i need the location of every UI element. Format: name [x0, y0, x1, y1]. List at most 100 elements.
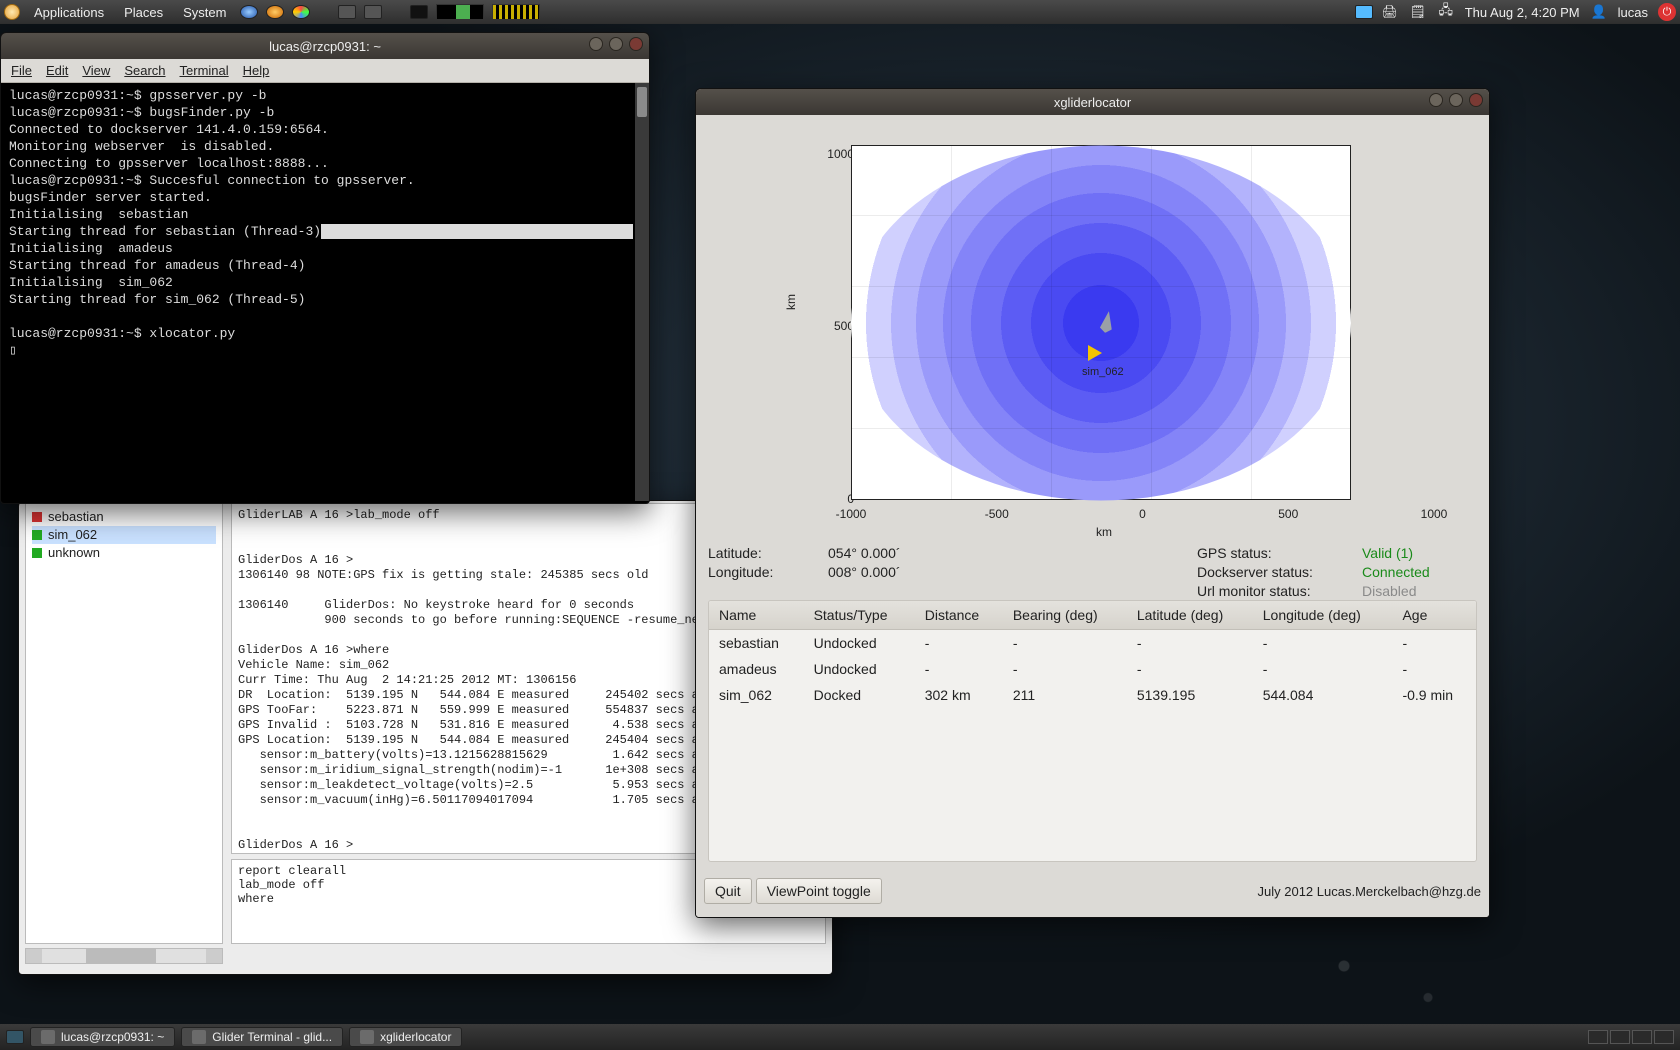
- workspace-3[interactable]: [1632, 1030, 1652, 1044]
- lon-label: Longitude:: [708, 564, 818, 580]
- launcher-icon[interactable]: [292, 3, 310, 21]
- system-menu[interactable]: System: [177, 5, 232, 20]
- xloc-titlebar[interactable]: xgliderlocator: [696, 89, 1489, 115]
- user-name[interactable]: lucas: [1618, 5, 1648, 20]
- status-dot-icon: [32, 530, 42, 540]
- lat-label: Latitude:: [708, 545, 818, 561]
- terminal-output[interactable]: lucas@rzcp0931:~$ gpsserver.py -blucas@r…: [3, 83, 647, 501]
- glider-tree[interactable]: sebastian sim_062 unknown: [25, 503, 223, 944]
- show-desktop-icon[interactable]: [6, 1028, 24, 1046]
- power-icon[interactable]: ⏻: [1658, 3, 1676, 21]
- places-menu[interactable]: Places: [118, 5, 169, 20]
- cell: -: [1003, 630, 1127, 657]
- radar-plot[interactable]: sim_062: [851, 145, 1351, 500]
- tree-item-unknown[interactable]: unknown: [32, 544, 216, 562]
- net-monitor-icon[interactable]: [492, 4, 540, 20]
- tree-label: unknown: [48, 544, 100, 562]
- menu-view[interactable]: View: [82, 63, 110, 78]
- xgliderlocator-window[interactable]: xgliderlocator 1000 500 0 -500 -1000 km …: [695, 88, 1490, 918]
- status-dot-icon: [32, 548, 42, 558]
- status-info: Latitude: 054° 0.000´ Longitude: 008° 0.…: [708, 545, 1477, 593]
- window-list-icon[interactable]: [338, 3, 356, 21]
- terminal-titlebar[interactable]: lucas@rzcp0931: ~: [1, 33, 649, 59]
- col-age[interactable]: Age: [1392, 601, 1476, 630]
- task-xgliderlocator[interactable]: xgliderlocator: [349, 1027, 462, 1047]
- xloc-content: 1000 500 0 -500 -1000 km sim_062 -1000 -…: [696, 115, 1489, 917]
- cell: -: [1253, 656, 1393, 682]
- terminal-window[interactable]: lucas@rzcp0931: ~ File Edit View Search …: [0, 32, 650, 504]
- cell: Undocked: [804, 656, 915, 682]
- table-row[interactable]: amadeusUndocked-----: [709, 656, 1476, 682]
- launcher-icon[interactable]: [240, 3, 258, 21]
- gps-status-label: GPS status:: [1197, 545, 1352, 561]
- status-dot-icon: [32, 512, 42, 522]
- cell: 544.084: [1253, 682, 1393, 708]
- network-icon[interactable]: 🖧: [1437, 3, 1455, 21]
- x-tick: 1000: [1421, 507, 1448, 521]
- applications-menu[interactable]: Applications: [28, 5, 110, 20]
- app-icon: [360, 1030, 374, 1044]
- cell: -: [1392, 656, 1476, 682]
- col-lat[interactable]: Latitude (deg): [1127, 601, 1253, 630]
- maximize-icon[interactable]: [609, 37, 623, 51]
- task-label: lucas@rzcp0931: ~: [61, 1030, 164, 1044]
- col-name[interactable]: Name: [709, 601, 804, 630]
- glider-table[interactable]: Name Status/Type Distance Bearing (deg) …: [708, 600, 1477, 862]
- col-lon[interactable]: Longitude (deg): [1253, 601, 1393, 630]
- menu-edit[interactable]: Edit: [46, 63, 68, 78]
- close-icon[interactable]: [1469, 93, 1483, 107]
- col-distance[interactable]: Distance: [915, 601, 1003, 630]
- workspace-4[interactable]: [1654, 1030, 1674, 1044]
- gnome-bottom-panel: lucas@rzcp0931: ~ Glider Terminal - glid…: [0, 1024, 1680, 1050]
- task-terminal[interactable]: lucas@rzcp0931: ~: [30, 1027, 175, 1047]
- scroll-left-icon[interactable]: [26, 949, 42, 963]
- tree-item-sim062[interactable]: sim_062: [32, 526, 216, 544]
- lon-value: 008° 0.000´: [828, 564, 901, 580]
- x-axis-label: km: [1096, 525, 1112, 539]
- gnome-menu-icon[interactable]: [4, 4, 20, 20]
- menu-file[interactable]: File: [11, 63, 32, 78]
- x-tick: 0: [1139, 507, 1146, 521]
- terminal-launcher-icon[interactable]: [410, 3, 428, 21]
- maximize-icon[interactable]: [1449, 93, 1463, 107]
- cell: -: [1253, 630, 1393, 657]
- quit-button[interactable]: Quit: [704, 878, 752, 904]
- cell: -: [1003, 656, 1127, 682]
- tree-label: sebastian: [48, 508, 104, 526]
- launcher-icon[interactable]: [266, 3, 284, 21]
- clock[interactable]: Thu Aug 2, 4:20 PM: [1465, 5, 1580, 20]
- update-notifier-icon[interactable]: [1355, 3, 1373, 21]
- tree-scrollbar[interactable]: [25, 948, 223, 964]
- close-icon[interactable]: [629, 37, 643, 51]
- table-row[interactable]: sebastianUndocked-----: [709, 630, 1476, 657]
- menu-search[interactable]: Search: [124, 63, 165, 78]
- col-bearing[interactable]: Bearing (deg): [1003, 601, 1127, 630]
- workspace-2[interactable]: [1610, 1030, 1630, 1044]
- viewpoint-toggle-button[interactable]: ViewPoint toggle: [756, 878, 882, 904]
- minimize-icon[interactable]: [1429, 93, 1443, 107]
- task-glider-terminal[interactable]: Glider Terminal - glid...: [181, 1027, 343, 1047]
- dock-status-label: Dockserver status:: [1197, 564, 1352, 580]
- table-row[interactable]: sim_062Docked302 km2115139.195544.084-0.…: [709, 682, 1476, 708]
- workspace-switcher[interactable]: [1588, 1030, 1674, 1044]
- window-title: lucas@rzcp0931: ~: [269, 39, 381, 54]
- printer-icon[interactable]: 🖨: [1381, 3, 1399, 21]
- cell: 302 km: [915, 682, 1003, 708]
- col-status[interactable]: Status/Type: [804, 601, 915, 630]
- scroll-right-icon[interactable]: [206, 949, 222, 963]
- minimize-icon[interactable]: [589, 37, 603, 51]
- notes-icon[interactable]: 🗒: [1409, 3, 1427, 21]
- terminal-scrollbar[interactable]: [635, 83, 649, 501]
- cpu-monitor-icon[interactable]: [436, 4, 484, 20]
- window-title: xgliderlocator: [1054, 95, 1131, 110]
- cell: amadeus: [709, 656, 804, 682]
- xloc-footer: Quit ViewPoint toggle July 2012 Lucas.Me…: [704, 875, 1481, 907]
- tree-item-sebastian[interactable]: sebastian: [32, 508, 216, 526]
- cell: Undocked: [804, 630, 915, 657]
- menu-terminal[interactable]: Terminal: [180, 63, 229, 78]
- y-tick: 1000: [827, 147, 854, 161]
- scroll-thumb[interactable]: [86, 949, 156, 963]
- menu-help[interactable]: Help: [243, 63, 270, 78]
- window-list-icon[interactable]: [364, 3, 382, 21]
- workspace-1[interactable]: [1588, 1030, 1608, 1044]
